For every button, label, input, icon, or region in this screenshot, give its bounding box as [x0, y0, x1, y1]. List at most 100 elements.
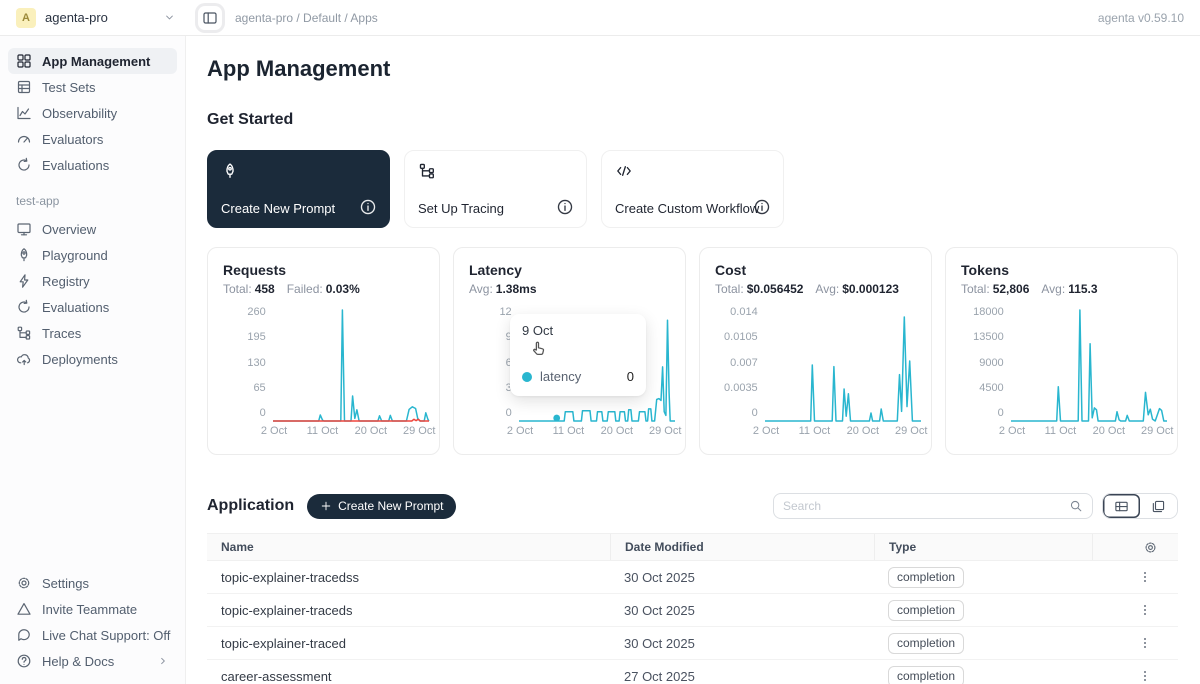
table-row[interactable]: topic-explainer-traced30 Oct 2025complet…	[207, 627, 1178, 660]
sidebar-item-evaluations[interactable]: Evaluations	[8, 152, 177, 178]
get-started-title: Get Started	[207, 111, 1178, 129]
top-bar: A agenta-pro agenta-pro / Default / Apps…	[0, 0, 1200, 36]
page-title: App Management	[207, 56, 1178, 82]
sidebar-item-evaluations-label: Evaluations	[42, 158, 109, 173]
app-version: agenta v0.59.10	[1098, 11, 1184, 25]
x-axis: 2 Oct11 Oct20 Oct29 Oct	[766, 421, 922, 437]
chart-card-requests: RequestsTotal:458Failed:0.03%26019513065…	[207, 247, 440, 455]
sidebar-footer-item-live-chat-support-off[interactable]: Live Chat Support: Off	[8, 622, 177, 648]
tooltip-date: 9 Oct	[522, 323, 634, 338]
sidebar: App Management Test Sets Observability Eval…	[0, 36, 186, 684]
sidebar-footer-item-help-docs[interactable]: Help & Docs	[8, 648, 177, 674]
search-input[interactable]	[783, 499, 1069, 513]
sidebar-app-item-traces-label: Traces	[42, 326, 81, 341]
cell-date-modified: 27 Oct 2025	[610, 669, 874, 684]
chart-card-cost: Cost Total:$0.056452 Avg:$0.000123 0.0140.0…	[699, 247, 932, 455]
more-vert-icon	[1138, 636, 1152, 650]
type-badge: completion	[888, 633, 964, 654]
sidebar-footer-item-settings[interactable]: Settings	[8, 570, 177, 596]
sidebar-footer-item-invite-teammate-label: Invite Teammate	[42, 602, 137, 617]
sidebar-item-test-sets[interactable]: Test Sets	[8, 74, 177, 100]
chart-line-svg	[1011, 309, 1167, 421]
gear-icon	[1143, 540, 1158, 555]
sidebar-app-item-playground-label: Playground	[42, 248, 108, 263]
card-view-icon	[1151, 499, 1166, 514]
chart-stats: Total:52,806Avg:115.3	[961, 282, 1162, 296]
cell-type: completion	[874, 666, 1092, 684]
chevron-down-icon	[163, 11, 176, 24]
chart-stat: Total:$0.056452	[715, 282, 803, 296]
chart-card-tokens: Tokens Total:52,806Avg:115.3 1800013500900…	[945, 247, 1178, 455]
chart-line-svg	[765, 309, 921, 421]
y-axis: 1800013500900045000	[961, 309, 1004, 421]
row-more-button[interactable]	[1136, 568, 1154, 586]
chat-icon	[16, 627, 32, 643]
info-icon	[753, 198, 771, 216]
get-started-card-set-up-tracing[interactable]: Set Up Tracing	[404, 150, 587, 228]
get-started-card-label: Set Up Tracing	[418, 201, 573, 216]
sidebar-app-item-registry[interactable]: Registry	[8, 268, 177, 294]
chart-stat: Avg:1.38ms	[469, 282, 537, 296]
get-started-card-create-custom-workflow[interactable]: Create Custom Workflow	[601, 150, 784, 228]
sidebar-app-item-evaluations[interactable]: Evaluations	[8, 294, 177, 320]
chart-title: Tokens	[961, 262, 1162, 278]
chart-stats: Total:$0.056452 Avg:$0.000123	[715, 282, 916, 296]
chart-title: Cost	[715, 262, 916, 278]
chart-stat: Avg:$0.000123	[815, 282, 899, 296]
sidebar-item-observability[interactable]: Observability	[8, 100, 177, 126]
table-header-row: Name Date Modified Type	[207, 533, 1178, 561]
chart-line-svg	[273, 309, 429, 421]
sidebar-app-item-playground[interactable]: Playground	[8, 242, 177, 268]
cell-app-name: career-assessment	[207, 669, 610, 684]
sidebar-item-app-management-label: App Management	[42, 54, 150, 69]
rocket-icon	[16, 247, 32, 263]
table-view-icon	[1114, 499, 1129, 514]
sidebar-collapse-button[interactable]	[198, 6, 222, 30]
create-new-prompt-button[interactable]: Create New Prompt	[307, 494, 456, 519]
y-axis: 0.0140.01050.0070.00350	[715, 309, 758, 421]
evaluations-icon	[16, 299, 32, 315]
rocket-icon	[221, 162, 239, 180]
chart-title: Requests	[223, 262, 424, 278]
get-started-card-create-new-prompt[interactable]: Create New Prompt	[207, 150, 390, 228]
sidebar-app-item-overview[interactable]: Overview	[8, 216, 177, 242]
create-new-prompt-label: Create New Prompt	[338, 499, 443, 513]
table-header-type: Type	[874, 534, 1092, 560]
row-more-button[interactable]	[1136, 634, 1154, 652]
card-view-button[interactable]	[1140, 494, 1177, 518]
chart-plot-area: 0.0140.01050.0070.00350	[715, 309, 916, 421]
table-row[interactable]: topic-explainer-traceds30 Oct 2025comple…	[207, 594, 1178, 627]
sidebar-app-item-evaluations-label: Evaluations	[42, 300, 109, 315]
row-more-button[interactable]	[1136, 601, 1154, 619]
sidebar-item-evaluators[interactable]: Evaluators	[8, 126, 177, 152]
chart-plot-area: 260195130650	[223, 309, 424, 421]
cell-actions	[1092, 634, 1178, 652]
sidebar-item-observability-label: Observability	[42, 106, 117, 121]
get-started-cards: Create New Prompt Set Up Tracing Create Cu…	[207, 150, 1178, 228]
sidebar-footer-item-invite-teammate[interactable]: Invite Teammate	[8, 596, 177, 622]
sidebar-app-item-deployments[interactable]: Deployments	[8, 346, 177, 372]
sidebar-footer-nav: Settings Invite Teammate Live Chat Support…	[8, 570, 177, 674]
table-row[interactable]: career-assessment27 Oct 2025 completion	[207, 660, 1178, 684]
x-axis: 2 Oct11 Oct20 Oct29 Oct	[274, 421, 430, 437]
table-view-button[interactable]	[1103, 494, 1140, 518]
row-more-button[interactable]	[1136, 667, 1154, 684]
sidebar-item-app-management[interactable]: App Management	[8, 48, 177, 74]
table-settings-button[interactable]	[1092, 534, 1178, 560]
type-badge: completion	[888, 666, 964, 684]
sidebar-app-item-registry-label: Registry	[42, 274, 90, 289]
workspace-switcher[interactable]: A agenta-pro	[16, 8, 176, 28]
application-title: Application	[207, 497, 294, 515]
code-icon	[615, 162, 633, 180]
breadcrumb: agenta-pro / Default / Apps	[235, 11, 378, 25]
sidebar-app-item-traces[interactable]: Traces	[8, 320, 177, 346]
search-icon	[1069, 499, 1083, 513]
tooltip-series-dot	[522, 372, 532, 382]
type-badge: completion	[888, 567, 964, 588]
search-box	[773, 493, 1093, 519]
main-content: App Management Get Started Create New Pr…	[186, 36, 1200, 684]
tooltip-series-value: 0	[627, 369, 634, 384]
panel-left-icon	[202, 10, 218, 26]
sidebar-footer-item-settings-label: Settings	[42, 576, 89, 591]
table-row[interactable]: topic-explainer-tracedss30 Oct 2025compl…	[207, 561, 1178, 594]
